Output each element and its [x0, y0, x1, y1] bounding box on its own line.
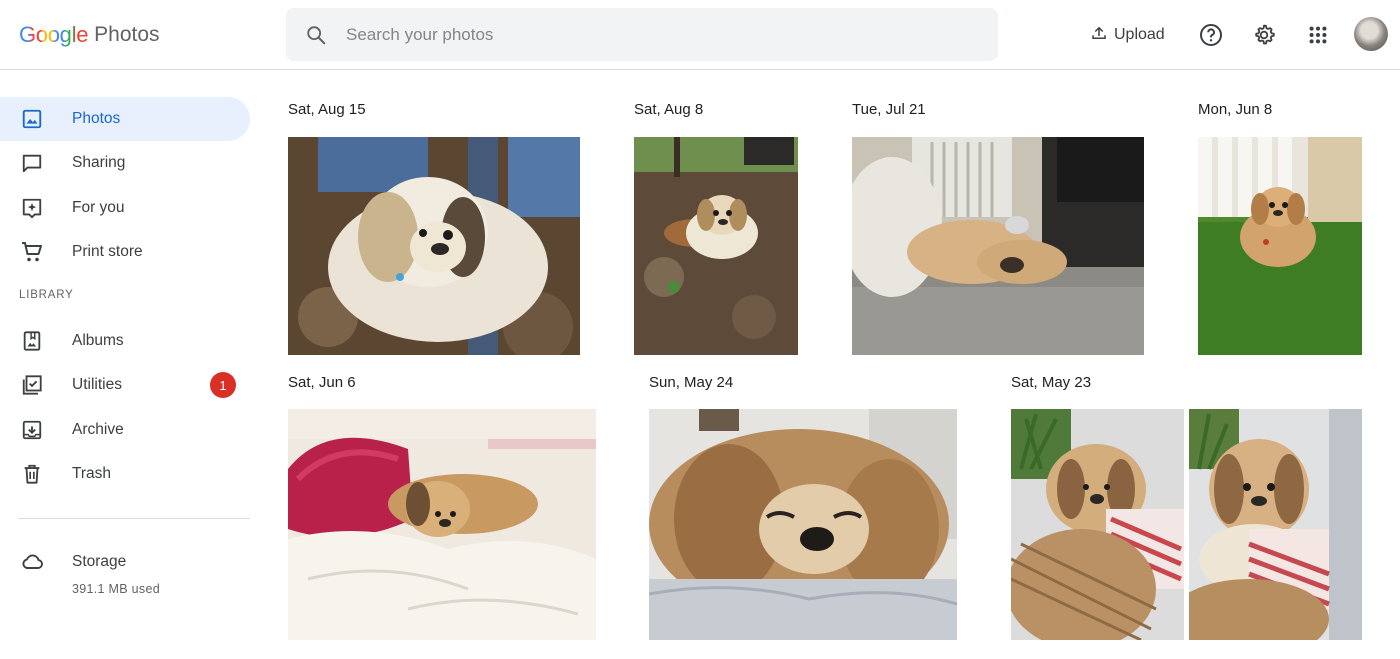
help-icon[interactable] — [1194, 18, 1228, 52]
sidebar-item-label: Storage — [72, 553, 127, 570]
cloud-icon — [0, 540, 64, 584]
sidebar-item-utilities[interactable]: Utilities 1 — [0, 363, 250, 407]
sidebar-item-label: Archive — [72, 421, 124, 438]
logo-word: Google — [19, 22, 89, 47]
date-header: Sat, Jun 6 — [288, 374, 356, 391]
sidebar-item-for-you[interactable]: For you — [0, 186, 250, 230]
upload-label: Upload — [1114, 26, 1165, 43]
photo-thumbnail[interactable] — [1011, 409, 1184, 640]
search-input[interactable] — [346, 24, 946, 45]
album-book-icon — [0, 319, 64, 363]
sidebar-item-label: Utilities — [72, 376, 122, 393]
photo-thumbnail[interactable] — [288, 137, 580, 355]
sidebar-item-storage[interactable]: Storage — [0, 540, 250, 584]
logo-product: Photos — [94, 23, 160, 46]
sidebar-item-label: Print store — [72, 243, 143, 260]
sidebar-item-label: Photos — [72, 110, 121, 127]
upload-icon — [1090, 24, 1108, 47]
top-bar: Google Photos Upload — [0, 0, 1400, 70]
sidebar-item-label: Trash — [72, 465, 112, 482]
storage-used-text: 391.1 MB used — [72, 582, 160, 596]
google-photos-logo[interactable]: Google Photos — [19, 18, 160, 52]
sidebar-item-label: Sharing — [72, 154, 126, 171]
sidebar-item-archive[interactable]: Archive — [0, 408, 250, 452]
photo-thumbnail[interactable] — [852, 137, 1144, 355]
sidebar-item-label: For you — [72, 199, 125, 216]
settings-gear-icon[interactable] — [1247, 18, 1281, 52]
image-icon — [0, 97, 64, 141]
date-header: Sat, Aug 8 — [634, 101, 704, 118]
search-bar[interactable] — [286, 8, 998, 61]
date-header: Sat, Aug 15 — [288, 101, 366, 118]
upload-button[interactable]: Upload — [1090, 20, 1165, 50]
sidebar-item-trash[interactable]: Trash — [0, 452, 250, 496]
photo-thumbnail[interactable] — [634, 137, 798, 355]
sparkle-card-icon — [0, 186, 64, 230]
checklist-icon — [0, 363, 64, 407]
search-icon[interactable] — [286, 8, 346, 61]
notification-badge: 1 — [210, 372, 236, 398]
sidebar-item-label: Albums — [72, 332, 124, 349]
sidebar-item-photos[interactable]: Photos — [0, 97, 250, 141]
sidebar-item-albums[interactable]: Albums — [0, 319, 250, 363]
sidebar-divider — [18, 518, 250, 519]
chat-bubble-icon — [0, 141, 64, 185]
photo-thumbnail[interactable] — [649, 409, 957, 640]
trash-can-icon — [0, 452, 64, 496]
photo-thumbnail[interactable] — [1189, 409, 1362, 640]
photo-thumbnail[interactable] — [288, 409, 596, 640]
archive-box-icon — [0, 408, 64, 452]
apps-grid-icon[interactable] — [1301, 18, 1335, 52]
library-section-label: LIBRARY — [19, 289, 74, 301]
date-header: Sat, May 23 — [1011, 374, 1092, 391]
date-header: Mon, Jun 8 — [1198, 101, 1273, 118]
account-avatar[interactable] — [1354, 17, 1388, 51]
photo-thumbnail[interactable] — [1198, 137, 1362, 355]
sidebar-item-print-store[interactable]: Print store — [0, 230, 250, 274]
date-header: Tue, Jul 21 — [852, 101, 926, 118]
date-header: Sun, May 24 — [649, 374, 734, 391]
shopping-cart-icon — [0, 230, 64, 274]
sidebar-item-sharing[interactable]: Sharing — [0, 141, 250, 185]
